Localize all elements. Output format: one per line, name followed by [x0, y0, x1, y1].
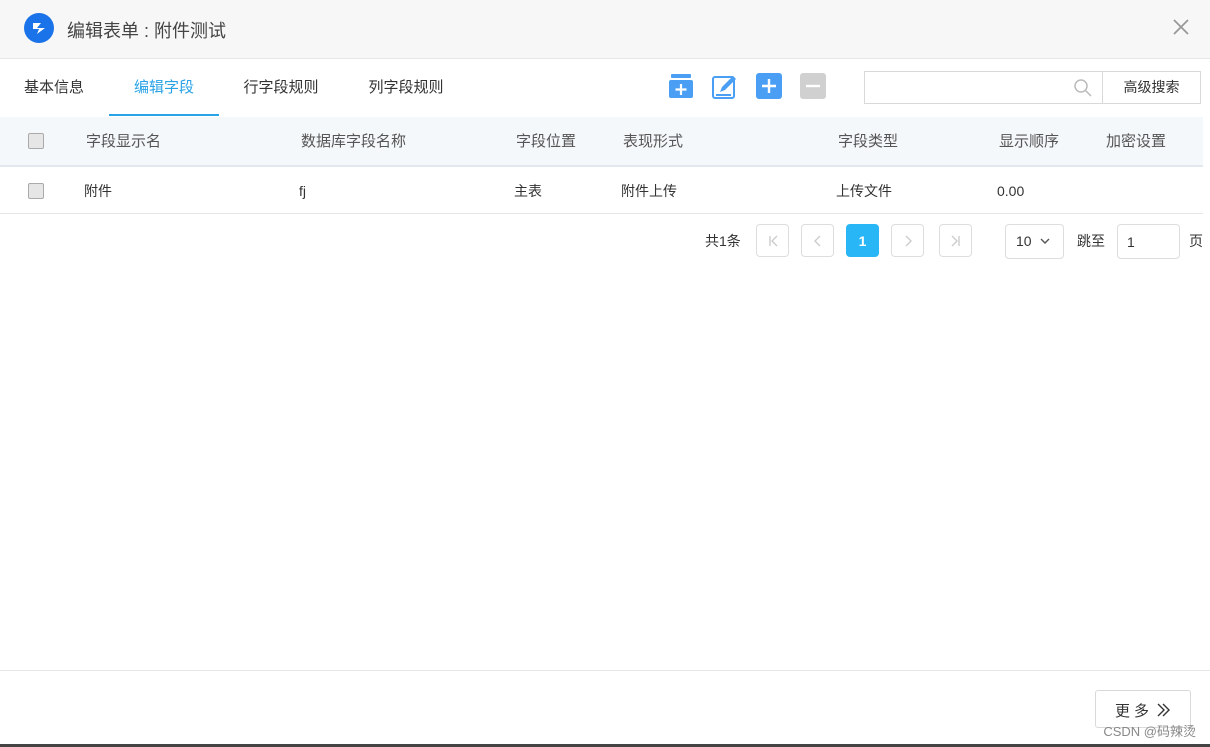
- chevron-right-icon: [905, 235, 912, 247]
- search-icon[interactable]: [1073, 78, 1093, 98]
- app-logo-icon: [24, 13, 54, 43]
- table-row[interactable]: 附件 fj 主表 附件上传 上传文件 0.00: [0, 168, 1203, 214]
- chevron-left-icon: [814, 235, 821, 247]
- search-input[interactable]: [865, 72, 1065, 103]
- total-count: 共1条: [705, 233, 741, 249]
- jump-label: 跳至: [1077, 233, 1105, 249]
- page-unit-label: 页: [1189, 233, 1203, 249]
- row-checkbox[interactable]: [28, 183, 44, 199]
- search-box: [864, 71, 1102, 104]
- pagination: 共1条 1 10 跳至 页: [0, 222, 1210, 262]
- cell-type: 上传文件: [836, 183, 892, 199]
- first-page-button[interactable]: [756, 224, 789, 257]
- more-label: 更多: [1115, 703, 1154, 720]
- cell-display-name: 附件: [84, 183, 112, 199]
- tab-edit-fields[interactable]: 编辑字段: [109, 59, 219, 116]
- last-page-button[interactable]: [939, 224, 972, 257]
- next-page-button[interactable]: [891, 224, 924, 257]
- column-header-form[interactable]: 表现形式: [623, 117, 683, 167]
- cell-position: 主表: [514, 183, 542, 199]
- remove-icon[interactable]: [800, 73, 826, 99]
- select-all-checkbox[interactable]: [28, 133, 44, 149]
- watermark: CSDN @码辣烫: [1103, 724, 1196, 739]
- page-button-current[interactable]: 1: [846, 224, 879, 257]
- prev-page-button[interactable]: [801, 224, 834, 257]
- table-header: 字段显示名 数据库字段名称 字段位置 表现形式 字段类型 显示顺序 加密设置: [0, 117, 1203, 167]
- column-header-position[interactable]: 字段位置: [516, 117, 576, 167]
- add-icon[interactable]: [756, 73, 782, 99]
- column-header-order[interactable]: 显示顺序: [999, 117, 1059, 167]
- edit-icon[interactable]: [712, 73, 738, 99]
- double-chevron-right-icon: [1157, 703, 1170, 717]
- cell-db-name: fj: [299, 183, 306, 199]
- add-table-icon[interactable]: [668, 73, 694, 99]
- chevron-down-icon: [1040, 238, 1050, 244]
- page-size-select[interactable]: 10: [1005, 224, 1064, 259]
- tab-bar: 基本信息 编辑字段 行字段规则 列字段规则: [0, 59, 640, 116]
- first-page-icon: [769, 235, 778, 247]
- column-header-db-name[interactable]: 数据库字段名称: [301, 117, 406, 167]
- footer-divider: [0, 670, 1210, 671]
- dialog-header: 编辑表单 : 附件测试: [0, 0, 1210, 59]
- advanced-search-button[interactable]: 高级搜索: [1102, 71, 1201, 104]
- column-header-type[interactable]: 字段类型: [838, 117, 898, 167]
- column-header-display-name[interactable]: 字段显示名: [86, 117, 161, 167]
- cell-form: 附件上传: [621, 183, 677, 199]
- last-page-icon: [951, 235, 960, 247]
- column-header-encrypt[interactable]: 加密设置: [1106, 117, 1166, 167]
- tab-column-field-rules[interactable]: 列字段规则: [367, 59, 445, 116]
- page-size-value: 10: [1016, 233, 1032, 249]
- cell-order: 0.00: [997, 183, 1025, 199]
- dialog-title: 编辑表单 : 附件测试: [67, 21, 227, 41]
- jump-page-input[interactable]: [1117, 224, 1180, 259]
- tab-basic-info[interactable]: 基本信息: [22, 59, 86, 116]
- tab-row-field-rules[interactable]: 行字段规则: [242, 59, 320, 116]
- close-icon[interactable]: [1168, 14, 1194, 40]
